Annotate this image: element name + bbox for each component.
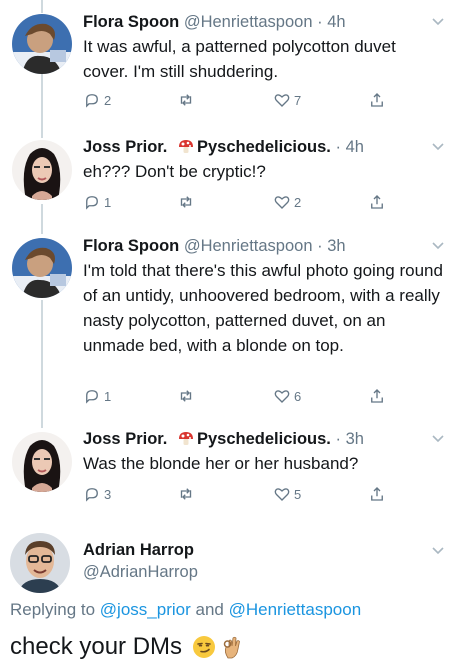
reply-button[interactable]: 2: [83, 90, 111, 110]
avatar[interactable]: [12, 14, 72, 74]
share-button[interactable]: [368, 192, 386, 212]
replying-to: Replying to @joss_prior and @Henriettasp…: [10, 600, 361, 620]
retweet-icon: [180, 196, 192, 208]
like-button[interactable]: 6: [273, 386, 301, 406]
display-name[interactable]: Flora Spoon: [83, 237, 179, 255]
share-icon: [371, 487, 383, 501]
reply-count: 2: [104, 92, 112, 108]
tweet[interactable]: Flora Spoon @Henriettaspoon · 4h It was …: [0, 12, 458, 122]
chevron-down-icon[interactable]: [432, 18, 444, 26]
like-button[interactable]: 7: [273, 90, 301, 110]
avatar[interactable]: [12, 140, 72, 200]
tweet[interactable]: Flora Spoon @Henriettaspoon · 3h I'm tol…: [0, 236, 458, 416]
main-tweet-text-row: check your DMs: [10, 633, 244, 661]
retweet-button[interactable]: [177, 90, 195, 110]
retweet-icon: [180, 488, 192, 500]
display-name[interactable]: Joss Prior.: [83, 138, 167, 156]
like-count: 2: [294, 194, 302, 210]
timestamp[interactable]: 4h: [327, 13, 345, 31]
retweet-button[interactable]: [177, 386, 195, 406]
share-icon: [371, 93, 383, 107]
user-handle[interactable]: @Henriettaspoon: [184, 237, 313, 255]
mushroom-emoji: [178, 140, 193, 153]
chevron-down-icon[interactable]: [432, 242, 444, 250]
avatar[interactable]: [10, 533, 70, 593]
heart-icon: [274, 94, 290, 107]
avatar[interactable]: [12, 432, 72, 492]
mention-link[interactable]: @joss_prior: [100, 600, 191, 619]
timestamp[interactable]: 3h: [327, 237, 345, 255]
share-button[interactable]: [368, 90, 386, 110]
reply-icon: [86, 94, 98, 108]
avatar[interactable]: [12, 238, 72, 298]
reply-button[interactable]: 1: [83, 386, 111, 406]
tweet[interactable]: Joss Prior. Pyschedelicious. · 4h eh??? …: [0, 137, 458, 227]
reply-count: 1: [104, 388, 112, 404]
share-icon: [371, 389, 383, 403]
ok-hand-emoji: [223, 636, 240, 659]
tweet-text: I'm told that there's this awful photo g…: [83, 261, 443, 355]
display-name-suffix[interactable]: Pyschedelicious.: [197, 430, 331, 448]
timestamp[interactable]: 4h: [346, 138, 364, 156]
like-button[interactable]: 5: [273, 484, 301, 504]
retweet-icon: [180, 390, 192, 402]
tweet-text: Was the blonde her or her husband?: [83, 454, 359, 473]
retweet-icon: [180, 94, 192, 106]
retweet-button[interactable]: [177, 484, 195, 504]
heart-icon: [274, 196, 290, 209]
reply-button[interactable]: 3: [83, 484, 111, 504]
reply-count: 3: [104, 486, 112, 502]
tweet-text: It was awful, a patterned polycotton duv…: [83, 37, 396, 81]
retweet-button[interactable]: [177, 192, 195, 212]
tweet-text: eh??? Don't be cryptic!?: [83, 162, 266, 181]
replying-and: and: [195, 600, 224, 619]
share-button[interactable]: [368, 386, 386, 406]
display-name[interactable]: Joss Prior.: [83, 430, 167, 448]
reply-icon: [86, 196, 98, 210]
tweet[interactable]: Joss Prior. Pyschedelicious. · 3h Was th…: [0, 429, 458, 519]
reply-button[interactable]: 1: [83, 192, 111, 212]
chevron-down-icon[interactable]: [432, 435, 444, 443]
mushroom-emoji: [178, 432, 193, 445]
main-tweet-text: check your DMs: [10, 633, 183, 660]
display-name-suffix[interactable]: Pyschedelicious.: [197, 138, 331, 156]
like-count: 5: [294, 486, 302, 502]
replying-prefix: Replying to: [10, 600, 96, 619]
share-icon: [371, 195, 383, 209]
heart-icon: [274, 488, 290, 501]
smirking-face-emoji: [193, 636, 216, 658]
user-handle[interactable]: @AdrianHarrop: [83, 562, 198, 582]
mention-link[interactable]: @Henriettaspoon: [229, 600, 362, 619]
chevron-down-icon[interactable]: [432, 547, 444, 555]
timestamp[interactable]: 3h: [346, 430, 364, 448]
like-button[interactable]: 2: [273, 192, 301, 212]
chevron-down-icon[interactable]: [432, 143, 444, 151]
reply-count: 1: [104, 194, 112, 210]
display-name[interactable]: Adrian Harrop: [83, 540, 198, 560]
heart-icon: [274, 390, 290, 403]
share-button[interactable]: [368, 484, 386, 504]
display-name[interactable]: Flora Spoon: [83, 13, 179, 31]
reply-icon: [86, 488, 98, 502]
like-count: 7: [294, 92, 302, 108]
like-count: 6: [294, 388, 302, 404]
reply-icon: [86, 390, 98, 404]
user-handle[interactable]: @Henriettaspoon: [184, 13, 313, 31]
